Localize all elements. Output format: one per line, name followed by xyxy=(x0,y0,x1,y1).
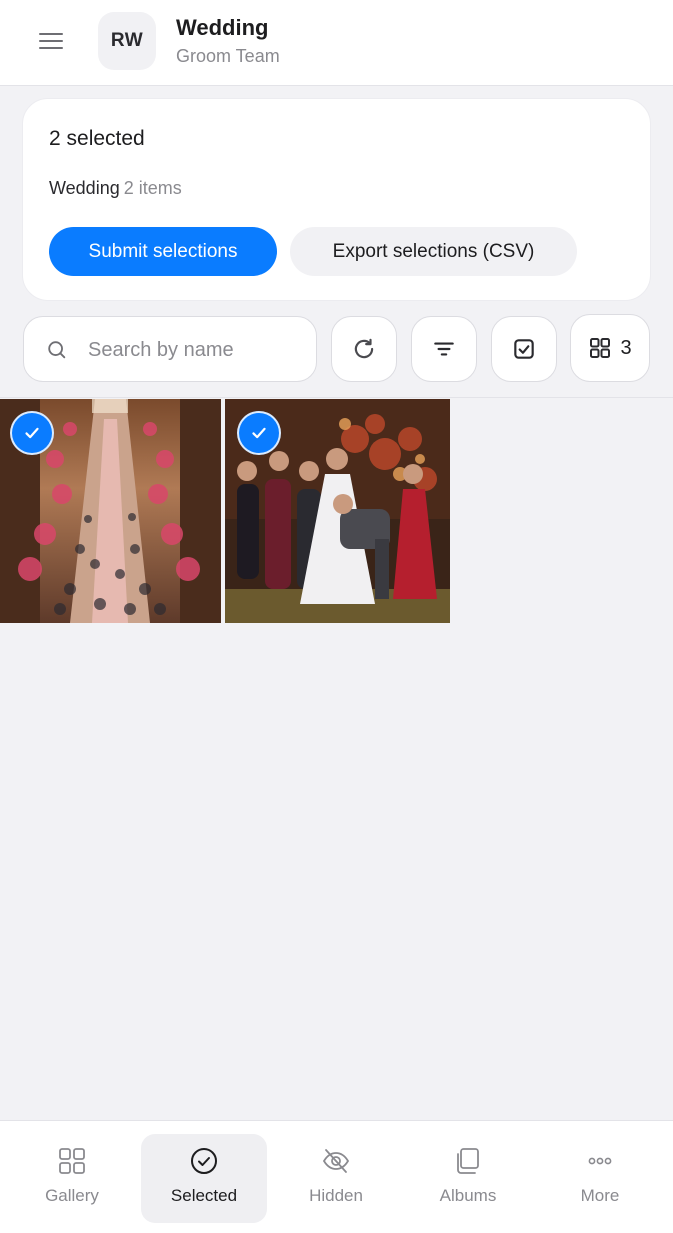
search-icon xyxy=(48,341,66,359)
bottom-navigation: Gallery Selected Hidden Albums More xyxy=(0,1120,673,1233)
page-subtitle: Groom Team xyxy=(176,46,280,66)
nav-albums[interactable]: Albums xyxy=(405,1134,531,1223)
nav-label: Selected xyxy=(170,1186,238,1205)
select-mode-button[interactable] xyxy=(491,316,557,382)
selection-group-count: 2 items xyxy=(123,178,182,198)
filter-button[interactable] xyxy=(411,316,477,382)
grid-icon xyxy=(590,338,611,358)
selected-check-icon[interactable] xyxy=(10,411,54,455)
search-box xyxy=(23,316,317,382)
refresh-icon xyxy=(354,338,374,359)
avatar[interactable]: RW xyxy=(98,12,156,70)
selected-count: 2 selected xyxy=(49,127,145,150)
photo-tile-wedding-party[interactable] xyxy=(225,399,450,623)
filter-icon xyxy=(434,342,454,356)
grid-columns-button[interactable]: 3 xyxy=(570,314,650,382)
grid-icon xyxy=(59,1148,85,1174)
page-title: Wedding xyxy=(176,15,269,40)
eye-off-icon xyxy=(322,1149,350,1173)
divider xyxy=(0,397,673,398)
refresh-button[interactable] xyxy=(331,316,397,382)
nav-label: Albums xyxy=(439,1186,497,1205)
nav-gallery[interactable]: Gallery xyxy=(9,1134,135,1223)
check-circle-icon xyxy=(191,1148,217,1174)
search-input[interactable] xyxy=(88,331,298,369)
more-icon xyxy=(588,1157,612,1165)
albums-icon xyxy=(457,1148,479,1174)
selected-check-icon[interactable] xyxy=(237,411,281,455)
export-selections-csv-button[interactable]: Export selections (CSV) xyxy=(290,227,577,276)
hamburger-menu-icon[interactable] xyxy=(30,24,72,58)
nav-label: More xyxy=(580,1186,620,1205)
nav-label: Hidden xyxy=(309,1186,363,1205)
submit-selections-button[interactable]: Submit selections xyxy=(49,227,277,276)
checkmark-icon xyxy=(252,427,266,439)
app-header: RW Wedding Groom Team xyxy=(0,0,673,86)
nav-selected[interactable]: Selected xyxy=(141,1134,267,1223)
photo-tile-procession[interactable] xyxy=(0,399,221,623)
selection-group: Wedding 2 items xyxy=(49,178,182,199)
grid-columns-count: 3 xyxy=(620,336,632,359)
selection-summary-card: 2 selected Wedding 2 items Submit selecti… xyxy=(22,98,651,301)
nav-more[interactable]: More xyxy=(537,1134,663,1223)
title-block: Wedding Groom Team xyxy=(176,14,280,68)
checkmark-icon xyxy=(25,427,39,439)
selection-group-name: Wedding xyxy=(49,178,120,198)
nav-label: Gallery xyxy=(45,1186,99,1205)
nav-hidden[interactable]: Hidden xyxy=(273,1134,399,1223)
checkbox-icon xyxy=(514,339,534,359)
